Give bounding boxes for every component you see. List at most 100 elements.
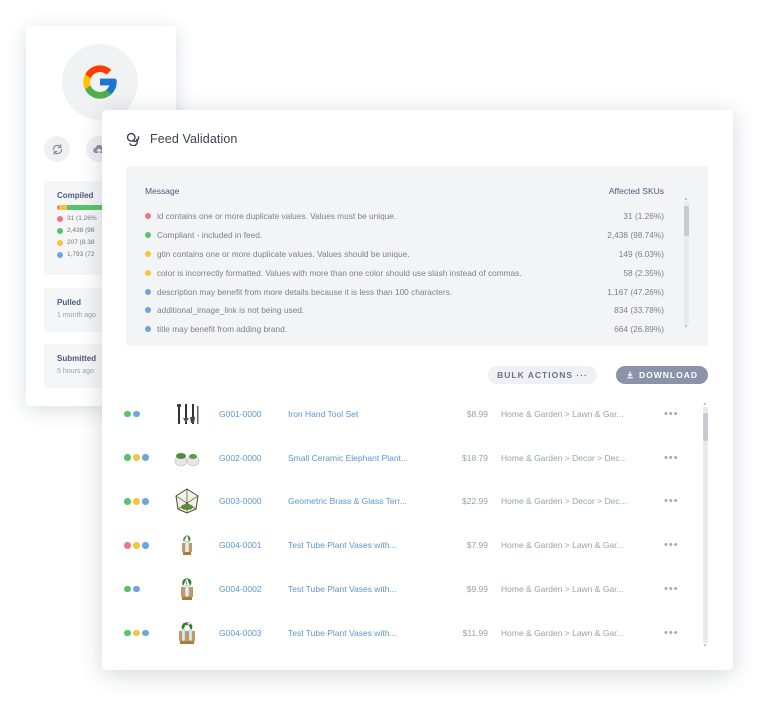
info-status-icon: [145, 326, 151, 333]
download-icon: [627, 371, 633, 379]
messages-scrollbar[interactable]: ▲ ▼: [683, 196, 689, 330]
message-text: id contains one or more duplicate values…: [157, 211, 397, 222]
scroll-track[interactable]: [683, 202, 689, 324]
product-row[interactable]: G004-0002 Test Tube Plant Vases with... …: [124, 567, 694, 611]
success-status-icon: [57, 227, 63, 234]
more-horizontal-icon[interactable]: •••: [664, 408, 679, 420]
messages-header: Message Affected SKUs: [145, 186, 664, 196]
error-status-icon: [57, 215, 63, 222]
feed-validation-card: Feed Validation Message Affected SKUs id…: [102, 110, 733, 670]
success-status-icon: [124, 498, 131, 505]
message-text: additional_image_link is not being used.: [157, 305, 305, 316]
product-row[interactable]: G004-0003 Test Tube Plant Vases with... …: [124, 611, 694, 655]
more-horizontal-icon[interactable]: •••: [664, 627, 679, 639]
compiled-row-text: 207 (8.38: [67, 239, 95, 246]
message-text: gtin contains one or more duplicate valu…: [157, 248, 410, 259]
card-header: Feed Validation: [126, 132, 237, 146]
error-status-icon: [124, 542, 131, 549]
more-horizontal-icon[interactable]: •••: [664, 495, 679, 507]
more-horizontal-icon[interactable]: •••: [664, 583, 679, 595]
scroll-thumb[interactable]: [702, 413, 708, 441]
product-list-scrollbar[interactable]: ▲ ▼: [702, 401, 708, 649]
product-name-link[interactable]: Geometric Brass & Glass Terr...: [288, 496, 423, 506]
bulk-actions-button[interactable]: BULK ACTIONS ···: [488, 366, 597, 384]
product-row[interactable]: G001-0000 Iron Hand Tool Set $8.99 Home …: [124, 392, 694, 436]
product-row[interactable]: G003-0000 Geometric Brass & Glass Terr..…: [124, 480, 694, 524]
warning-status-icon: [145, 250, 151, 257]
warning-status-icon: [57, 239, 63, 246]
product-sku-link[interactable]: G004-0001: [219, 540, 262, 550]
affected-column-header: Affected SKUs: [608, 186, 664, 196]
compiled-row-text: 31 (1.26%: [67, 215, 97, 222]
row-statuses: [124, 585, 142, 593]
scroll-thumb[interactable]: [683, 206, 689, 236]
product-row[interactable]: G004-0001 Test Tube Plant Vases with... …: [124, 523, 694, 567]
info-status-icon: [142, 542, 149, 549]
download-button[interactable]: DOWNLOAD: [616, 366, 708, 384]
more-horizontal-icon[interactable]: •••: [664, 539, 679, 551]
scroll-down-icon[interactable]: ▼: [703, 643, 708, 649]
info-status-icon: [133, 585, 140, 593]
test-tube-vase-thumbnail: [182, 535, 192, 556]
scroll-track[interactable]: [702, 407, 708, 643]
info-status-icon: [142, 454, 149, 461]
product-name-link[interactable]: Test Tube Plant Vases with...: [288, 540, 423, 550]
refresh-icon: [52, 143, 62, 155]
refresh-button[interactable]: [44, 136, 70, 162]
affected-count: 31 (1.26%): [623, 211, 664, 222]
info-status-icon: [57, 251, 63, 258]
message-row[interactable]: Compliant - included in feed. 2,438 (98.…: [145, 226, 664, 245]
affected-count: 834 (33.78%): [614, 305, 664, 316]
scroll-down-icon[interactable]: ▼: [684, 324, 689, 330]
affected-count: 2,438 (98.74%): [607, 230, 664, 241]
product-name-link[interactable]: Iron Hand Tool Set: [288, 409, 423, 419]
google-g-logo: [83, 65, 117, 99]
message-row[interactable]: gtin contains one or more duplicate valu…: [145, 245, 664, 264]
row-statuses: [124, 542, 151, 549]
affected-count: 1,167 (47.26%): [607, 286, 664, 297]
message-row[interactable]: id contains one or more duplicate values…: [145, 207, 664, 226]
product-sku-link[interactable]: G003-0000: [219, 496, 262, 506]
compiled-row-text: 1,793 (72: [67, 251, 95, 258]
validation-messages-panel: Message Affected SKUs id contains one or…: [126, 166, 708, 346]
more-horizontal-icon[interactable]: •••: [664, 452, 679, 464]
product-sku-link[interactable]: G002-0000: [219, 453, 262, 463]
message-row[interactable]: color is incorrectly formatted. Values w…: [145, 263, 664, 282]
product-sku-link[interactable]: G004-0002: [219, 584, 262, 594]
product-name-link[interactable]: Test Tube Plant Vases with...: [288, 628, 423, 638]
product-list: G001-0000 Iron Hand Tool Set $8.99 Home …: [124, 392, 694, 655]
product-category: Home & Garden > Lawn & Gar...: [501, 627, 624, 638]
product-price: $8.99: [466, 408, 488, 419]
message-row[interactable]: title may benefit from adding brand. 664…: [145, 320, 664, 339]
info-status-icon: [133, 410, 140, 418]
hand-tools-thumbnail: [177, 403, 199, 424]
success-status-icon: [124, 585, 131, 593]
product-name-link[interactable]: Test Tube Plant Vases with...: [288, 584, 423, 594]
message-row[interactable]: description may benefit from more detail…: [145, 282, 664, 301]
test-tube-vase-thumbnail: [181, 578, 193, 601]
product-price: $22.99: [462, 496, 488, 507]
product-row[interactable]: G002-0000 Small Ceramic Elephant Plant..…: [124, 436, 694, 480]
page-title: Feed Validation: [150, 132, 238, 146]
message-text: title may benefit from adding brand.: [157, 324, 288, 335]
message-text: color is incorrectly formatted. Values w…: [157, 267, 522, 278]
message-column-header: Message: [145, 186, 180, 196]
product-name-link[interactable]: Small Ceramic Elephant Plant...: [288, 453, 423, 463]
info-status-icon: [145, 288, 151, 295]
row-statuses: [124, 410, 142, 418]
messages-list: id contains one or more duplicate values…: [145, 207, 664, 339]
affected-count: 664 (26.89%): [614, 324, 664, 335]
affected-count: 58 (2.35%): [623, 267, 664, 278]
product-sku-link[interactable]: G004-0003: [219, 628, 262, 638]
geometric-terrarium-thumbnail: [175, 488, 199, 515]
warning-status-icon: [145, 269, 151, 276]
product-sku-link[interactable]: G001-0000: [219, 409, 262, 419]
product-price: $9.99: [466, 584, 488, 595]
message-row[interactable]: additional_image_link is not being used.…: [145, 301, 664, 320]
info-status-icon: [142, 629, 149, 637]
product-price: $18.79: [462, 452, 488, 463]
row-statuses: [124, 629, 151, 637]
affected-count: 149 (6.03%): [618, 248, 664, 259]
product-category: Home & Garden > Lawn & Gar...: [501, 540, 624, 551]
warning-status-icon: [133, 498, 140, 505]
